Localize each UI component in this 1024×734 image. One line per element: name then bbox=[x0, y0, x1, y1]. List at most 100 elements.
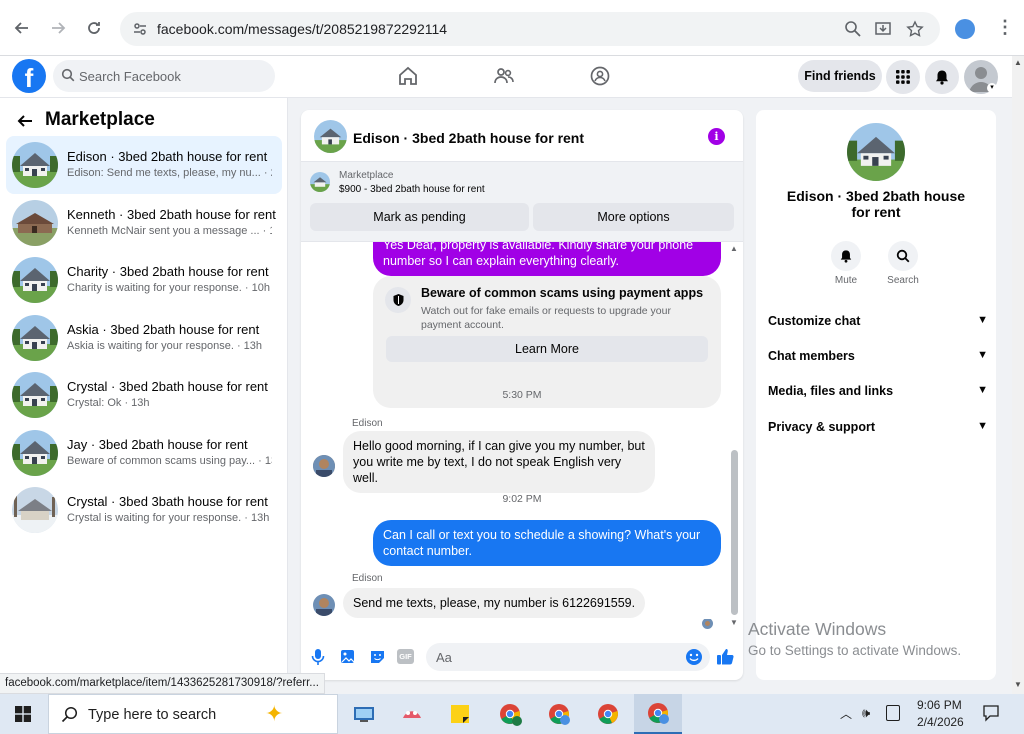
taskbar-search-box[interactable]: Type here to search ✦ bbox=[48, 694, 338, 734]
search-label: Search bbox=[887, 275, 919, 286]
listing-large-avatar[interactable] bbox=[847, 123, 905, 181]
sender-avatar[interactable] bbox=[313, 455, 335, 477]
chat-panel: Edison · 3bed 2bath house for rent i Mar… bbox=[301, 110, 743, 680]
notifications-bell-icon[interactable] bbox=[925, 60, 959, 94]
microphone-icon[interactable] bbox=[311, 648, 325, 669]
chat-header: Edison · 3bed 2bath house for rent i bbox=[301, 110, 743, 162]
scroll-down-icon[interactable]: ▼ bbox=[1014, 680, 1022, 689]
conversation-item[interactable]: Crystal · 3bed 2bath house for rent Cryst… bbox=[6, 366, 282, 424]
clock-date[interactable]: 2/4/2026 bbox=[917, 715, 964, 729]
marketplace-sidebar: Marketplace Edison · 3bed 2bath house fo… bbox=[0, 98, 288, 694]
install-app-icon[interactable] bbox=[874, 20, 892, 41]
conversation-title: Edison · 3bed 2bath house for rent bbox=[67, 149, 268, 164]
clock-time[interactable]: 9:06 PM bbox=[917, 698, 962, 712]
conversation-avatar bbox=[12, 257, 58, 303]
activate-windows-subtitle: Go to Settings to activate Windows. bbox=[748, 643, 962, 658]
page-scrollbar[interactable]: ▲ ▼ bbox=[1012, 56, 1024, 694]
url-text[interactable]: facebook.com/messages/t/2085219872292114 bbox=[157, 21, 447, 37]
emoji-icon[interactable] bbox=[685, 648, 703, 669]
message-input[interactable]: Aa bbox=[426, 643, 710, 671]
facebook-logo-icon[interactable]: f bbox=[12, 59, 46, 93]
status-url: facebook.com/marketplace/item/1433625281… bbox=[0, 673, 325, 694]
mark-as-pending-button[interactable]: Mark as pending bbox=[310, 203, 529, 231]
gif-icon[interactable]: GIF bbox=[397, 649, 414, 664]
search-facebook-input[interactable]: Search Facebook bbox=[53, 60, 275, 92]
conversation-title: Crystal · 3bed 3bath house for rent bbox=[67, 494, 268, 509]
facebook-header: f Search Facebook Find friends ▾ bbox=[0, 56, 1024, 98]
conversation-preview: Crystal is waiting for your response. · … bbox=[67, 512, 270, 524]
chrome-profile-icon[interactable] bbox=[539, 698, 579, 730]
search-highlight-icon[interactable]: ✦ bbox=[265, 701, 283, 727]
media-files-links-section[interactable]: Media, files and links ▼ bbox=[768, 384, 988, 398]
listing-detail[interactable]: $900 - 3bed 2bath house for rent bbox=[339, 184, 485, 195]
file-explorer-icon[interactable] bbox=[344, 698, 384, 730]
menu-grid-icon[interactable] bbox=[886, 60, 920, 94]
sender-avatar[interactable] bbox=[313, 594, 335, 616]
chat-title[interactable]: Edison · 3bed 2bath house for rent bbox=[353, 130, 584, 146]
conversation-preview: Askia is waiting for your response. · 13… bbox=[67, 340, 263, 352]
zoom-icon[interactable] bbox=[844, 20, 862, 41]
back-arrow-icon[interactable] bbox=[8, 14, 36, 42]
chrome-active-icon[interactable] bbox=[634, 694, 682, 734]
chat-members-section[interactable]: Chat members ▼ bbox=[768, 349, 988, 363]
message-outgoing: Yes Dear, property is available. Kindly … bbox=[373, 242, 721, 276]
account-chevron-icon[interactable]: ▾ bbox=[987, 83, 997, 93]
find-friends-button[interactable]: Find friends bbox=[798, 60, 882, 92]
conversation-title: Askia · 3bed 2bath house for rent bbox=[67, 322, 260, 337]
learn-more-button[interactable]: Learn More bbox=[386, 336, 708, 362]
conversation-title: Jay · 3bed 2bath house for rent bbox=[67, 437, 248, 452]
listing-thumbnail[interactable] bbox=[310, 172, 330, 192]
windows-start-icon[interactable] bbox=[3, 698, 43, 730]
conversation-item[interactable]: Askia · 3bed 2bath house for rent Askia i… bbox=[6, 309, 282, 367]
home-icon[interactable] bbox=[397, 65, 419, 90]
like-thumb-icon[interactable] bbox=[716, 647, 735, 669]
reload-icon[interactable] bbox=[80, 14, 108, 42]
conversation-title: Kenneth · 3bed 2bath house for rent bbox=[67, 207, 276, 222]
windows-taskbar: Type here to search ✦ ︿ 🕪 9:06 PM 2/4/20… bbox=[0, 694, 1024, 734]
chat-listing-avatar[interactable] bbox=[314, 120, 347, 153]
message-input-placeholder: Aa bbox=[436, 650, 452, 665]
conversation-avatar bbox=[12, 487, 58, 533]
info-icon[interactable]: i bbox=[708, 128, 725, 145]
conversation-item[interactable]: Edison · 3bed 2bath house for rent Edison… bbox=[6, 136, 282, 194]
scroll-up-icon[interactable]: ▲ bbox=[1014, 58, 1022, 67]
messages-area: Yes Dear, property is available. Kindly … bbox=[301, 242, 743, 632]
search-chat-icon[interactable] bbox=[888, 241, 918, 271]
sticker-icon[interactable] bbox=[369, 648, 386, 668]
mute-bell-icon[interactable] bbox=[831, 241, 861, 271]
forward-arrow-icon[interactable] bbox=[44, 14, 72, 42]
conversation-preview: Crystal: Ok · 13h bbox=[67, 397, 150, 409]
notification-center-icon[interactable] bbox=[982, 704, 1000, 725]
browser-menu-icon[interactable]: ⋮ bbox=[996, 17, 1014, 38]
chrome-icon[interactable] bbox=[588, 698, 628, 730]
chevron-down-icon: ▼ bbox=[977, 420, 988, 432]
customize-chat-section[interactable]: Customize chat ▼ bbox=[768, 314, 988, 328]
privacy-support-section[interactable]: Privacy & support ▼ bbox=[768, 420, 988, 434]
conversation-item[interactable]: Jay · 3bed 2bath house for rent Beware of… bbox=[6, 424, 282, 482]
groups-icon[interactable] bbox=[589, 65, 611, 90]
battery-icon[interactable] bbox=[886, 705, 900, 721]
conversation-item[interactable]: Charity · 3bed 2bath house for rent Chari… bbox=[6, 251, 282, 309]
scroll-down-icon[interactable]: ▼ bbox=[730, 618, 738, 627]
conversation-item[interactable]: Kenneth · 3bed 2bath house for rent Kenne… bbox=[6, 194, 282, 252]
tray-chevron-up-icon[interactable]: ︿ bbox=[840, 705, 852, 722]
bookmark-star-icon[interactable] bbox=[906, 20, 924, 41]
more-options-button[interactable]: More options bbox=[533, 203, 734, 231]
friends-icon[interactable] bbox=[493, 65, 515, 90]
chat-scrollbar[interactable] bbox=[731, 450, 738, 615]
extension-icon[interactable] bbox=[955, 19, 975, 39]
volume-icon[interactable]: 🕪 bbox=[862, 705, 870, 721]
message-outgoing: Can I call or text you to schedule a sho… bbox=[373, 520, 721, 566]
site-settings-icon[interactable] bbox=[132, 21, 148, 40]
conversation-item[interactable]: Crystal · 3bed 3bath house for rent Cryst… bbox=[6, 481, 282, 539]
conversation-avatar bbox=[12, 200, 58, 246]
photo-icon[interactable] bbox=[339, 648, 356, 668]
back-arrow-icon[interactable] bbox=[16, 112, 34, 133]
timestamp: 5:30 PM bbox=[502, 389, 542, 401]
chrome-profile-k-icon[interactable] bbox=[490, 698, 530, 730]
scroll-up-icon[interactable]: ▲ bbox=[730, 244, 738, 253]
snipping-tool-icon[interactable] bbox=[392, 698, 432, 730]
taskbar-search-placeholder: Type here to search bbox=[88, 707, 217, 723]
address-bar[interactable]: facebook.com/messages/t/2085219872292114 bbox=[120, 12, 940, 46]
sticky-notes-icon[interactable] bbox=[440, 698, 480, 730]
